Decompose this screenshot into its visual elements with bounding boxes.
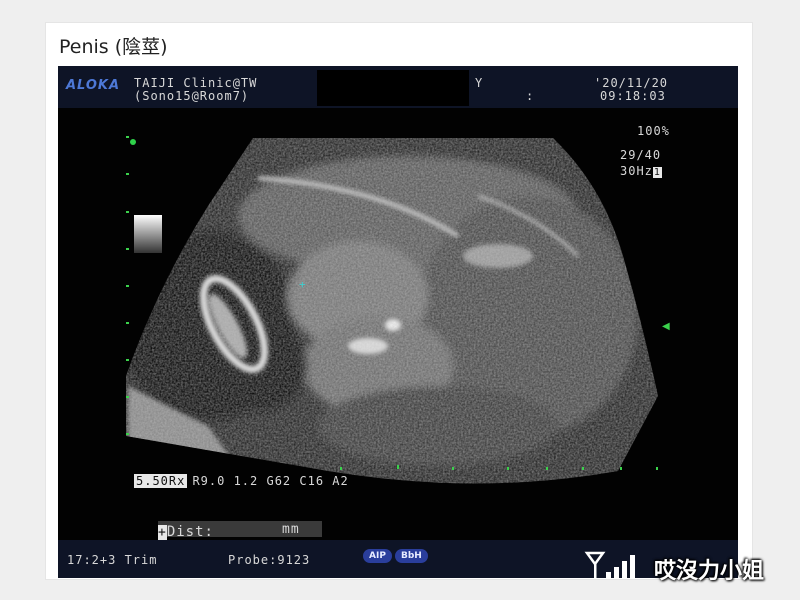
freq-row: 30Hz1	[620, 160, 662, 179]
freq-label: 30Hz	[620, 164, 653, 178]
probe-label: Probe:9123	[228, 553, 311, 567]
lateral-tick	[397, 465, 399, 469]
settings-box: 5.50Rx	[134, 474, 188, 488]
depth-tick	[126, 136, 129, 138]
ultrasound-image: +	[126, 138, 658, 484]
freq-box: 1	[652, 167, 662, 178]
bbh-badge: BbH	[395, 549, 428, 563]
depth-tick	[126, 433, 129, 435]
settings-text: R9.0 1.2 G62 C16 A2	[192, 474, 349, 488]
lateral-tick	[452, 467, 454, 470]
lateral-tick	[656, 467, 658, 470]
lateral-tick	[620, 467, 622, 470]
depth-tick	[126, 211, 129, 213]
focus-indicator-icon	[130, 139, 136, 145]
distance-plus: +	[158, 525, 167, 540]
lateral-tick	[546, 467, 548, 470]
depth-tick	[126, 359, 129, 361]
trim-label: 17:2+3 Trim	[67, 553, 158, 567]
cyan-marker: +	[299, 278, 306, 291]
depth-tick	[126, 248, 129, 250]
grayscale-bar	[134, 215, 162, 253]
aip-badge: AIP	[363, 549, 392, 563]
image-caption: Penis (陰莖)	[59, 36, 168, 58]
distance-label: Dist:	[166, 524, 214, 540]
depth-tick	[126, 396, 129, 398]
distance-unit: mm	[282, 522, 300, 537]
zoom-label: 100%	[637, 124, 670, 138]
lateral-tick	[507, 467, 509, 470]
watermark-text: 哎沒力小姐	[654, 559, 765, 584]
lateral-tick	[582, 467, 584, 470]
depth-tick	[126, 285, 129, 287]
signal-icon	[584, 551, 635, 578]
depth-tick	[126, 173, 129, 175]
depth-tick	[126, 322, 129, 324]
distance-row: +Dist:	[158, 521, 214, 540]
focus-arrow-icon: ◀	[662, 321, 670, 332]
settings-row: 5.50Rx R9.0 1.2 G62 C16 A2	[134, 470, 349, 489]
ultrasound-screen: ALOKA TAIJI Clinic@TW (Sono15@Room7) Y :…	[58, 66, 738, 578]
